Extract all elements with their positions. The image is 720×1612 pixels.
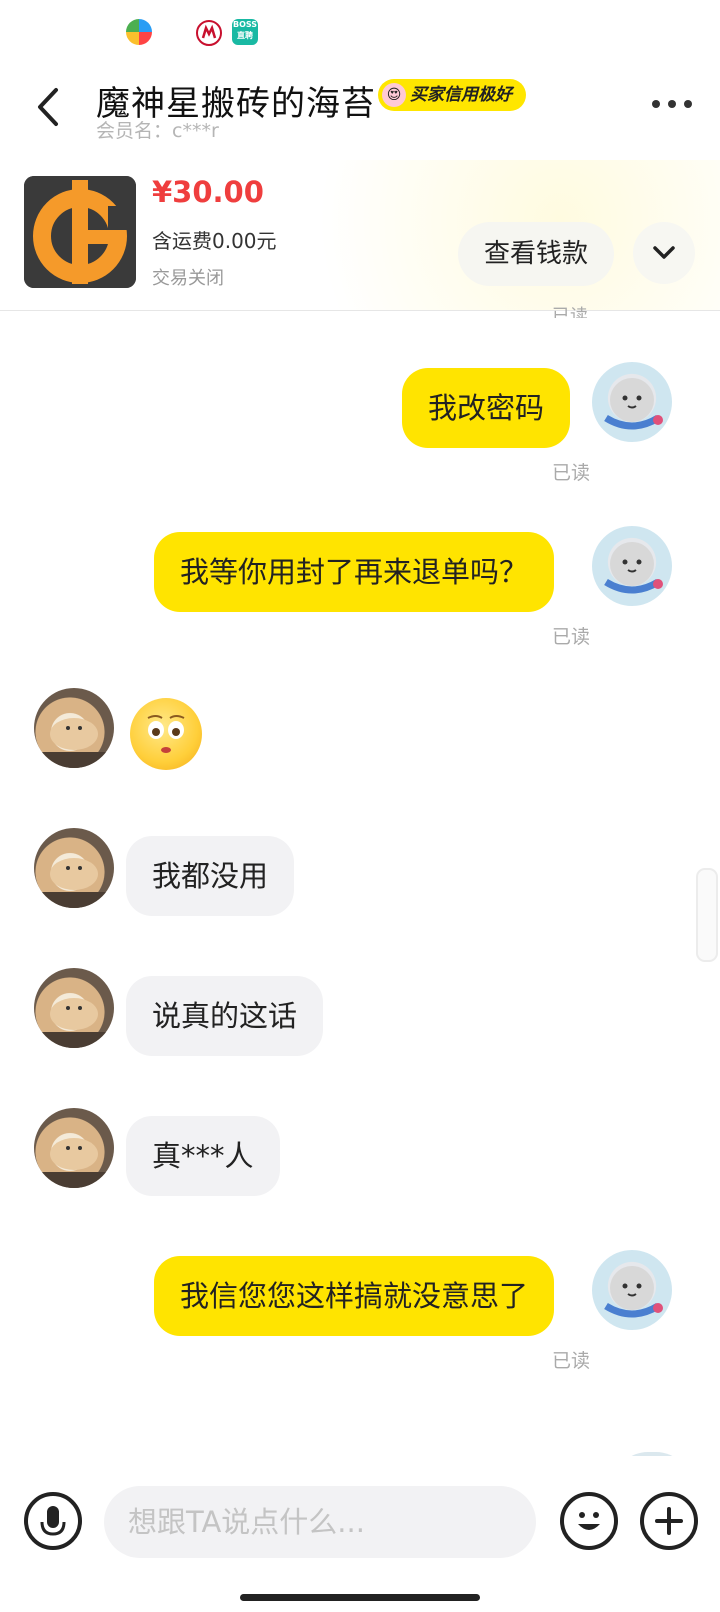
message-bubble-sent[interactable]: 我改密码 [402,368,571,448]
product-price: ¥30.00 [152,175,264,209]
member-id: 会员名：c***r [96,120,219,142]
seller-avatar[interactable] [34,688,114,768]
scrollbar[interactable] [696,868,718,962]
product-bar: ¥30.00 含运费0.00元 交易关闭 查看钱款 [0,160,720,311]
more-actions-button[interactable] [640,1492,698,1550]
read-receipt: 已读 [551,626,590,648]
dog-photo-icon [34,1138,114,1188]
back-button[interactable] [30,82,70,132]
heart-eyes-icon: 😍 [382,83,406,107]
flushed-face-icon [147,715,185,753]
microphone-icon [40,1506,66,1536]
more-dot-icon [652,100,660,108]
seller-avatar[interactable] [34,968,114,1048]
shipping-info: 含运费0.00元 [152,229,277,253]
more-options-button[interactable] [652,100,692,108]
more-dot-icon [684,100,692,108]
my-avatar[interactable] [592,362,672,442]
dog-photo-icon [34,998,114,1048]
chevron-down-icon [653,246,675,259]
seller-avatar[interactable] [34,1108,114,1188]
read-receipt: 已读 [551,462,590,484]
message-bubble-received[interactable]: 我都没用 [126,836,295,916]
g-coin-logo-icon [24,176,136,288]
read-receipt: 已读 [552,306,588,318]
boss-label-bottom: 直聘 [237,31,253,40]
credit-badge-label: 买家信用极好 [410,85,512,105]
china-merchants-bank-icon [196,20,222,46]
deal-status: 交易关闭 [152,268,224,289]
voice-button[interactable] [24,1492,82,1550]
more-dot-icon [668,100,676,108]
message-bubble-received[interactable]: 说真的这话 [126,976,324,1056]
smiley-icon [578,1512,600,1530]
seller-avatar[interactable] [34,828,114,908]
expand-button[interactable] [633,222,695,284]
my-avatar[interactable] [592,526,672,606]
input-bar: 想跟TA说点什么... [0,1456,720,1612]
dog-photo-icon [34,858,114,908]
chevron-left-icon [38,88,58,126]
app-icon-1 [126,19,152,45]
boss-zhipin-icon: BOSS 直聘 [232,19,258,45]
credit-badge: 😍 买家信用极好 [378,79,526,111]
cat-astronaut-icon [604,378,663,430]
message-bubble-sent[interactable]: 我等你用封了再来退单吗？ [154,532,555,612]
message-input[interactable]: 想跟TA说点什么... [104,1486,536,1558]
view-payment-button[interactable]: 查看钱款 [458,222,614,286]
read-receipt: 已读 [551,1350,590,1372]
message-input-placeholder: 想跟TA说点什么... [128,1505,365,1539]
flushed-face-emoji-icon[interactable] [130,698,202,770]
chat-header: 魔神星搬砖的海苔 😍 买家信用极好 会员名：c***r [0,60,720,160]
plus-icon [655,1507,683,1535]
cat-astronaut-icon [604,1266,663,1318]
status-bar: BOSS 直聘 [0,0,720,60]
boss-label-top: BOSS [232,20,258,29]
cat-astronaut-icon [604,542,663,594]
home-indicator[interactable] [240,1594,480,1601]
message-bubble-sent[interactable]: 我信您您这样搞就没意思了 [154,1256,555,1336]
product-thumbnail[interactable] [24,176,136,288]
my-avatar[interactable] [592,1250,672,1330]
emoji-button[interactable] [560,1492,618,1550]
dog-photo-icon [34,718,114,768]
message-bubble-received[interactable]: 真***人 [126,1116,280,1196]
